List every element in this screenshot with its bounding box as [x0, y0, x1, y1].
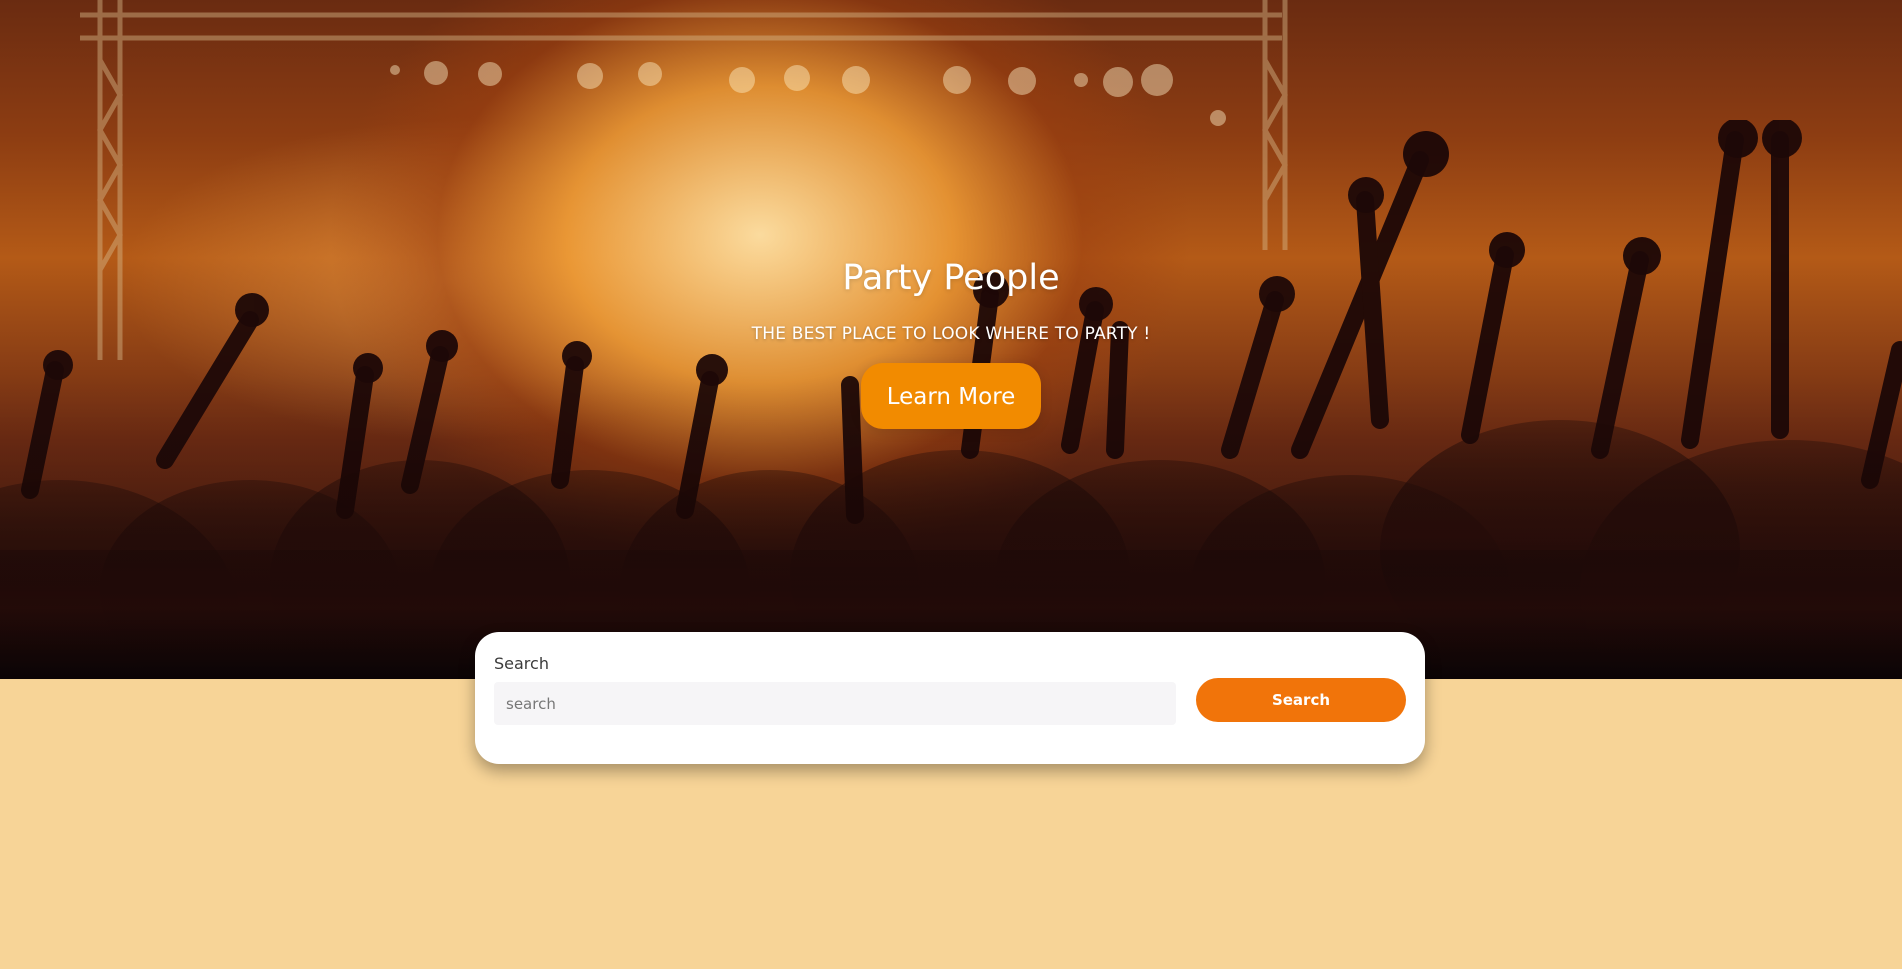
- hero-content: Party People THE BEST PLACE TO LOOK WHER…: [0, 250, 1902, 429]
- hero-section: Party People THE BEST PLACE TO LOOK WHER…: [0, 0, 1902, 679]
- hero-title: Party People: [842, 258, 1060, 298]
- search-button[interactable]: Search: [1196, 678, 1406, 722]
- search-label: Search: [494, 654, 549, 673]
- search-input[interactable]: [494, 682, 1176, 725]
- landing-page: Party People THE BEST PLACE TO LOOK WHER…: [0, 0, 1902, 969]
- hero-subtitle: THE BEST PLACE TO LOOK WHERE TO PARTY !: [751, 324, 1151, 344]
- learn-more-button[interactable]: Learn More: [861, 363, 1041, 429]
- search-card: Search Search: [475, 632, 1425, 764]
